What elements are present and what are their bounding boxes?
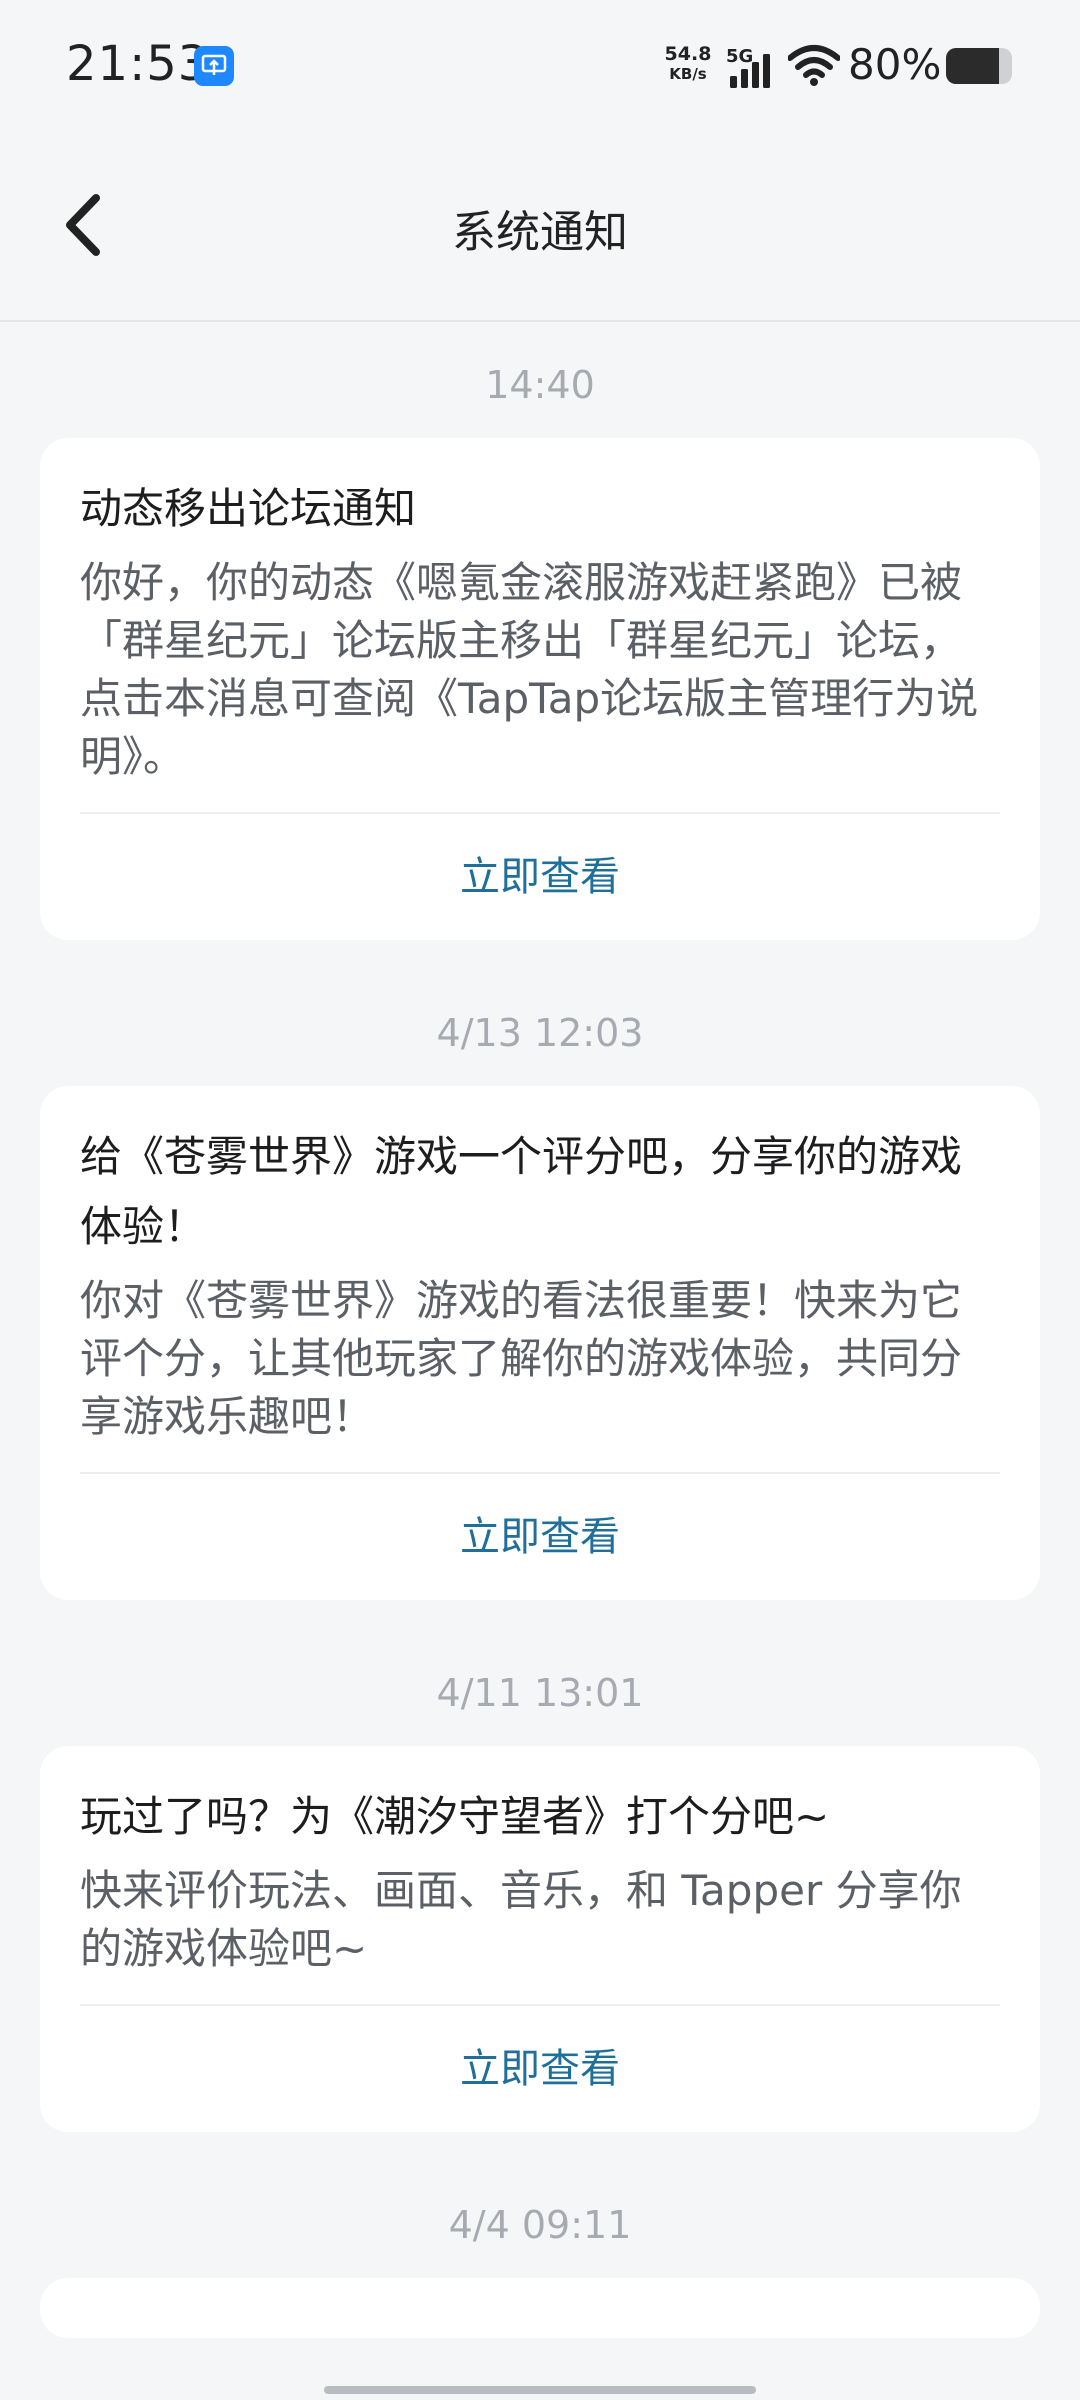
notification-card[interactable]: 给《苍雾世界》游戏一个评分吧，分享你的游戏体验！ 你对《苍雾世界》游戏的看法很重… <box>40 1086 1040 1600</box>
notification-time: 14:40 <box>485 363 595 407</box>
signal-icon <box>730 54 770 88</box>
battery-percent: 80% <box>848 40 942 89</box>
notification-title: 玩过了吗？为《潮汐守望者》打个分吧~ <box>80 1792 830 1841</box>
view-now-button[interactable]: 立即查看 <box>80 814 1000 940</box>
notification-title: 动态移出论坛通知 <box>80 484 417 533</box>
notification-body: 你对《苍雾世界》游戏的看法很重要！快来为它评个分，让其他玩家了解你的游戏体验，共… <box>80 1272 1000 1474</box>
notification-card-partial[interactable] <box>40 2278 1040 2338</box>
notification-body: 快来评价玩法、画面、音乐，和 Tapper 分享你的游戏体验吧~ <box>80 1862 1000 2006</box>
notification-time: 4/4 09:11 <box>448 2203 632 2247</box>
wifi-icon <box>788 45 840 86</box>
status-bar: 21:53 54.8 KB/s 5G 80% <box>0 0 1080 130</box>
battery-fill <box>946 48 999 84</box>
net-speed: 54.8 KB/s <box>660 44 716 84</box>
home-indicator[interactable] <box>324 2386 756 2394</box>
screen-cast-icon <box>194 46 234 86</box>
app-header: 系统通知 <box>0 130 1080 322</box>
battery-icon <box>946 48 1012 84</box>
notification-card[interactable]: 动态移出论坛通知 你好，你的动态《嗯氪金滚服游戏赶紧跑》已被「群星纪元」论坛版主… <box>40 438 1040 940</box>
notification-card[interactable]: 玩过了吗？为《潮汐守望者》打个分吧~ 快来评价玩法、画面、音乐，和 Tapper… <box>40 1746 1040 2132</box>
net-speed-value: 54.8 <box>664 43 712 65</box>
view-now-button[interactable]: 立即查看 <box>80 1474 1000 1600</box>
status-time: 21:53 <box>66 36 210 92</box>
view-now-button[interactable]: 立即查看 <box>80 2006 1000 2132</box>
notification-title: 给《苍雾世界》游戏一个评分吧，分享你的游戏体验！ <box>80 1132 963 1251</box>
notification-body: 你好，你的动态《嗯氪金滚服游戏赶紧跑》已被「群星纪元」论坛版主移出「群星纪元」论… <box>80 554 1000 814</box>
page-title: 系统通知 <box>452 207 628 258</box>
notification-time: 4/13 12:03 <box>436 1011 644 1055</box>
notification-feed[interactable]: 14:40 动态移出论坛通知 你好，你的动态《嗯氪金滚服游戏赶紧跑》已被「群星纪… <box>0 322 1080 2338</box>
notification-time: 4/11 13:01 <box>436 1671 644 1715</box>
net-speed-unit: KB/s <box>669 65 707 83</box>
